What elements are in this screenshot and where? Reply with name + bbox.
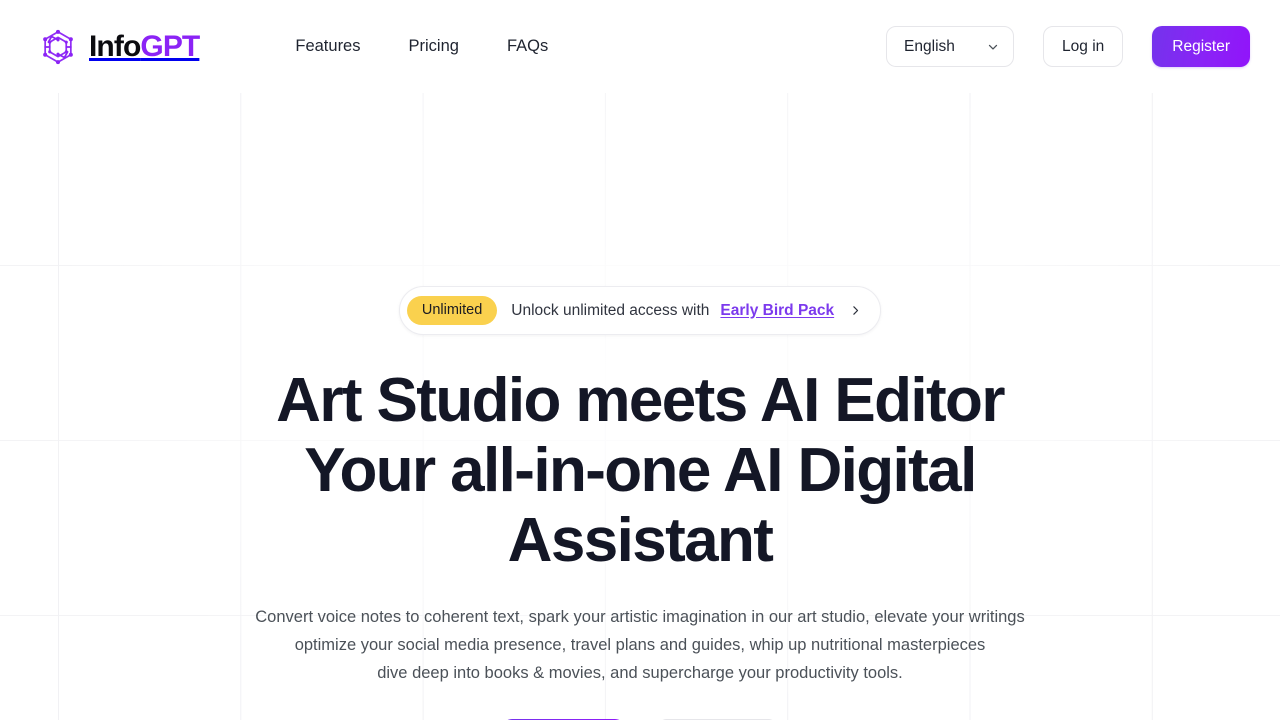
register-button[interactable]: Register — [1152, 26, 1250, 67]
site-header: InfoGPT Features Pricing FAQs English Lo… — [0, 0, 1280, 93]
chevron-down-icon — [986, 40, 1000, 54]
hexagon-network-logo-icon — [36, 25, 80, 69]
hero-subtitle: Convert voice notes to coherent text, sp… — [200, 603, 1080, 687]
chevron-right-icon — [849, 304, 862, 317]
hero-title-line-2: Your all-in-one AI Digital — [304, 436, 977, 505]
hero-title-line-1: Art Studio meets AI Editor — [276, 366, 1005, 435]
promo-banner[interactable]: Unlimited Unlock unlimited access with E… — [398, 286, 882, 335]
hero-subtitle-line-1: Convert voice notes to coherent text, sp… — [255, 608, 1025, 626]
brand-logo-link[interactable]: InfoGPT — [36, 25, 200, 69]
nav-item-faqs[interactable]: FAQs — [483, 27, 572, 66]
hero-subtitle-line-3: dive deep into books & movies, and super… — [377, 664, 903, 682]
language-selected-label: English — [904, 37, 955, 55]
hero-subtitle-line-2: optimize your social media presence, tra… — [294, 636, 986, 654]
hero-section: Unlimited Unlock unlimited access with E… — [0, 93, 1280, 720]
login-button[interactable]: Log in — [1043, 26, 1124, 67]
nav-item-features[interactable]: Features — [271, 27, 384, 66]
page-title: Art Studio meets AI Editor Your all-in-o… — [260, 366, 1020, 576]
brand-name-gpt: GPT — [140, 29, 200, 63]
header-actions: English Log in Register — [886, 26, 1250, 67]
brand-name-info: Info — [89, 29, 141, 63]
promo-text: Unlock unlimited access with — [511, 301, 710, 319]
early-bird-pack-link[interactable]: Early Bird Pack — [720, 302, 834, 320]
promo-badge: Unlimited — [406, 296, 498, 325]
language-selector[interactable]: English — [886, 26, 1015, 67]
brand-wordmark: InfoGPT — [89, 29, 200, 63]
main-nav: Features Pricing FAQs — [271, 27, 572, 66]
hero-title-line-3: Assistant — [507, 506, 774, 575]
nav-item-pricing[interactable]: Pricing — [385, 27, 483, 66]
